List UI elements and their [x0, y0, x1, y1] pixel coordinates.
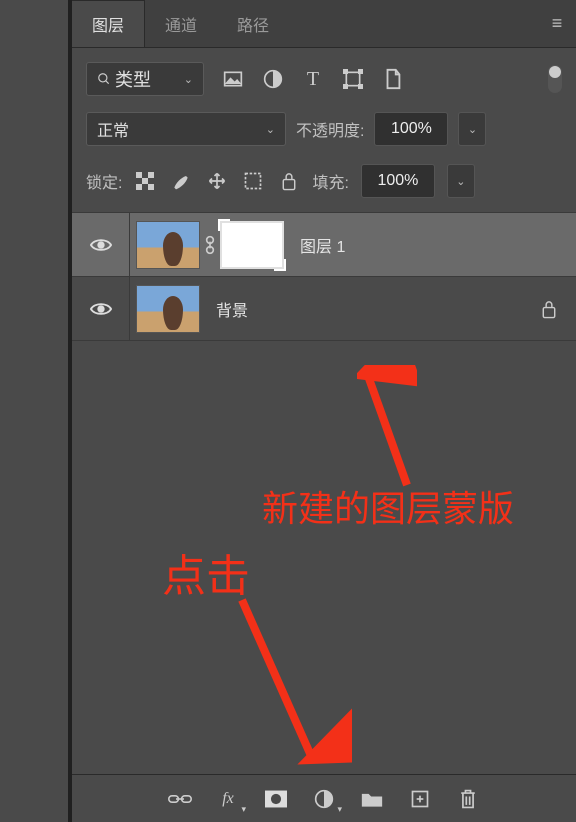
layer-list: 图层 1 背景 [72, 212, 576, 341]
lock-row: 锁定: 填充: 100% ⌄ [72, 154, 576, 212]
link-layers-icon[interactable] [168, 787, 192, 811]
lock-brush-icon[interactable] [170, 170, 192, 192]
fill-label: 填充: [312, 169, 348, 193]
group-icon[interactable] [360, 787, 384, 811]
search-icon [97, 72, 111, 86]
visibility-toggle[interactable] [72, 213, 130, 276]
annotation-arrow [232, 590, 352, 770]
filter-toggle[interactable] [548, 65, 562, 93]
lock-move-icon[interactable] [206, 170, 228, 192]
annotation-text: 点击 [162, 540, 250, 604]
annotation-text: 新建的图层蒙版 [262, 480, 514, 532]
fx-icon[interactable]: fx▾ [216, 787, 240, 811]
lock-pixels-icon[interactable] [134, 170, 156, 192]
new-layer-icon[interactable] [408, 787, 432, 811]
layer-row[interactable]: 背景 [72, 276, 576, 340]
annotation-arrow [357, 365, 417, 495]
opacity-chevron[interactable]: ⌄ [458, 112, 486, 146]
layer-row[interactable]: 图层 1 [72, 212, 576, 276]
filter-row: 类型 ⌄ T [72, 48, 576, 104]
layers-bottom-toolbar: fx▾ ▾ [72, 774, 576, 822]
layer-name[interactable]: 背景 [216, 297, 248, 321]
opacity-value[interactable]: 100% [374, 112, 448, 146]
fill-chevron[interactable]: ⌄ [447, 164, 475, 198]
lock-label: 锁定: [86, 169, 122, 193]
lock-artboard-icon[interactable] [242, 170, 264, 192]
layers-panel: 图层 通道 路径 ≡ 类型 ⌄ T 正常 [68, 0, 576, 822]
opacity-label: 不透明度: [296, 117, 364, 141]
blend-mode-value: 正常 [97, 117, 129, 141]
layer-thumbnail[interactable] [136, 285, 200, 333]
chevron-down-icon: ⌄ [266, 123, 275, 136]
adjustment-layer-icon[interactable]: ▾ [312, 787, 336, 811]
shape-filter-icon[interactable] [342, 68, 364, 90]
delete-icon[interactable] [456, 787, 480, 811]
panel-tabs: 图层 通道 路径 ≡ [72, 0, 576, 48]
chevron-down-icon: ⌄ [184, 73, 193, 86]
layer-mask-thumbnail[interactable] [220, 221, 284, 269]
fill-value[interactable]: 100% [361, 164, 435, 198]
adjustment-filter-icon[interactable] [262, 68, 284, 90]
lock-all-icon[interactable] [278, 170, 300, 192]
layer-lock-icon[interactable] [540, 299, 558, 319]
visibility-toggle[interactable] [72, 277, 130, 340]
layer-thumbnail[interactable] [136, 221, 200, 269]
mask-link-icon[interactable] [204, 235, 216, 255]
filter-type-dropdown[interactable]: 类型 ⌄ [86, 62, 204, 96]
smartobject-filter-icon[interactable] [382, 68, 404, 90]
tab-paths[interactable]: 路径 [217, 0, 289, 47]
image-filter-icon[interactable] [222, 68, 244, 90]
filter-type-label: 类型 [115, 66, 151, 92]
text-filter-icon[interactable]: T [302, 68, 324, 90]
panel-menu-icon[interactable]: ≡ [536, 0, 576, 47]
blend-row: 正常 ⌄ 不透明度: 100% ⌄ [72, 104, 576, 154]
layer-name[interactable]: 图层 1 [300, 233, 345, 257]
tab-channels[interactable]: 通道 [145, 0, 217, 47]
blend-mode-dropdown[interactable]: 正常 ⌄ [86, 112, 286, 146]
add-mask-icon[interactable] [264, 787, 288, 811]
tab-layers[interactable]: 图层 [72, 0, 145, 47]
